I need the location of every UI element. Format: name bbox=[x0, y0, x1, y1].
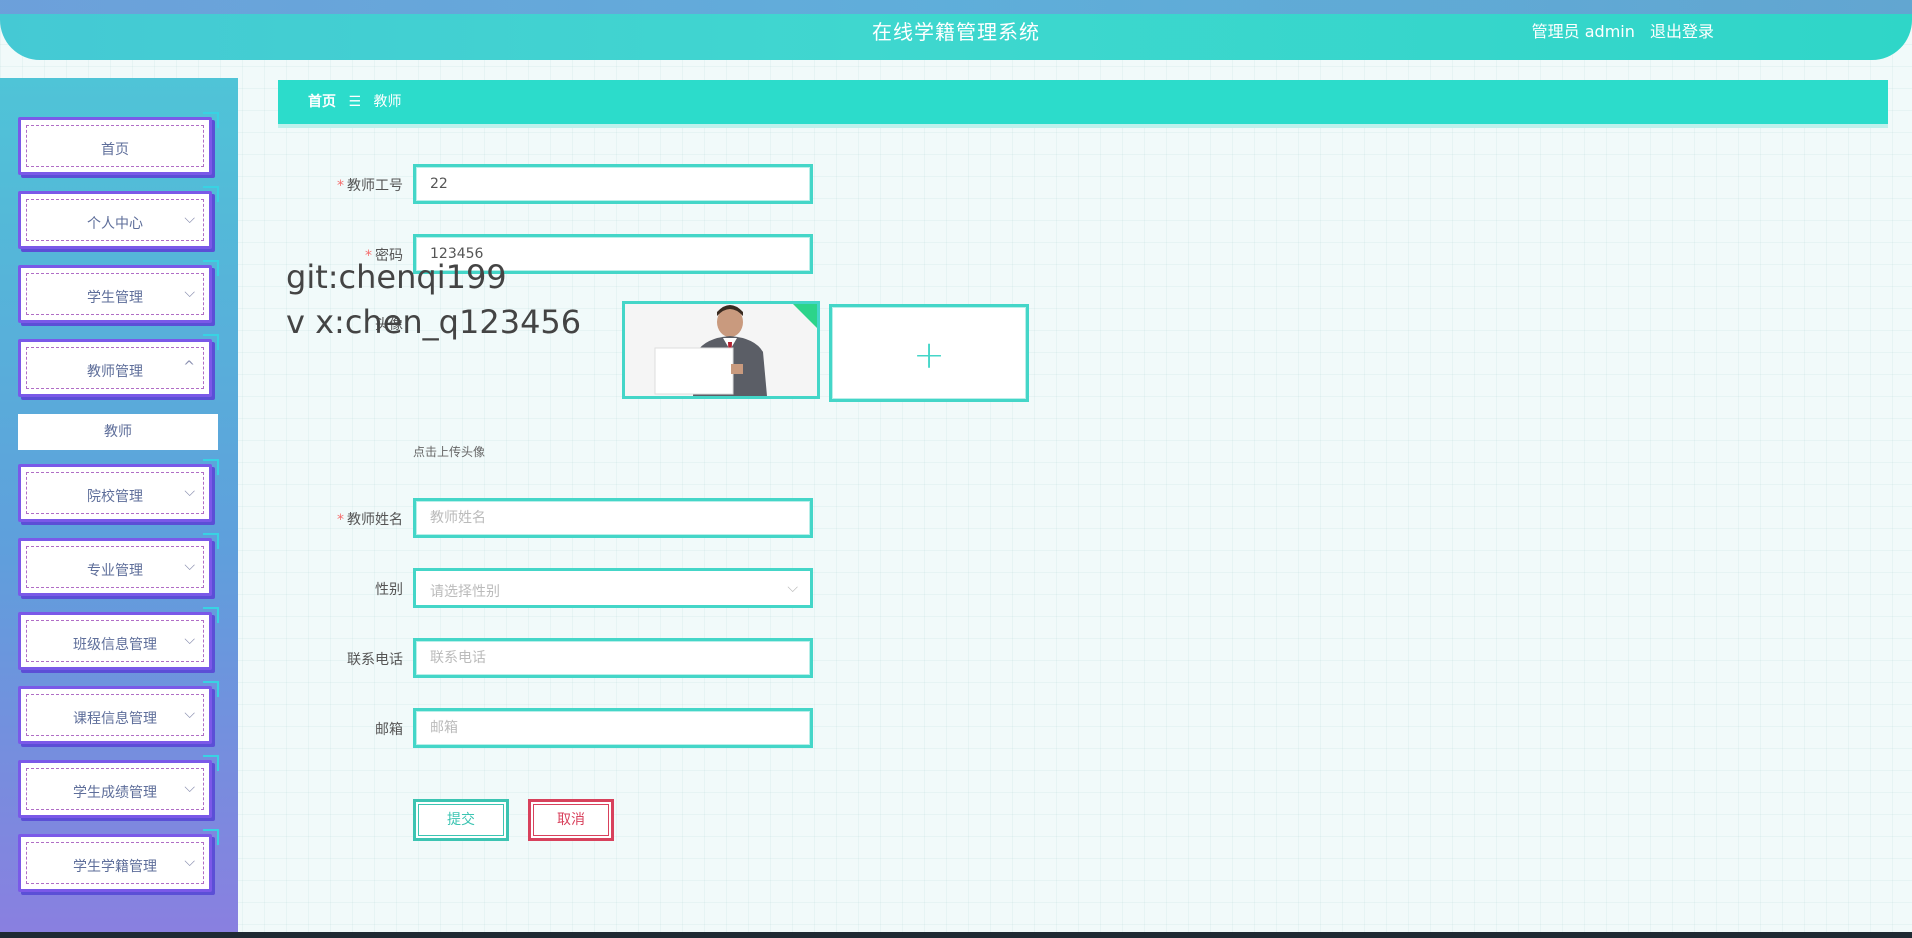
submit-button[interactable]: 提交 bbox=[413, 799, 509, 841]
sidebar-item-course-management[interactable]: 课程信息管理 ⌵ bbox=[18, 681, 219, 744]
phone-label: 联系电话 bbox=[347, 652, 403, 668]
chevron-down-icon: ⌵ bbox=[184, 285, 195, 301]
chevron-down-icon: ⌵ bbox=[184, 854, 195, 870]
logout-link[interactable]: 退出登录 bbox=[1650, 22, 1714, 41]
gender-label: 性别 bbox=[375, 582, 403, 598]
chevron-down-icon: ⌵ bbox=[184, 484, 195, 500]
avatar-upload-button[interactable]: + bbox=[829, 304, 1029, 402]
sidebar-item-enrollment-management[interactable]: 学生学籍管理 ⌵ bbox=[18, 829, 219, 892]
sidebar-item-label: 课程信息管理 bbox=[73, 711, 157, 727]
top-header: 在线学籍管理系统 管理员 admin 退出登录 bbox=[0, 0, 1912, 60]
breadcrumb-home[interactable]: 首页 bbox=[308, 94, 336, 110]
sidebar-item-label: 教师管理 bbox=[87, 364, 143, 380]
page-background bbox=[0, 0, 1912, 938]
sidebar-item-home[interactable]: 首页 bbox=[18, 112, 219, 175]
chevron-down-icon: ⌵ bbox=[787, 580, 798, 596]
sidebar-item-label: 院校管理 bbox=[87, 489, 143, 505]
chevron-down-icon: ⌵ bbox=[184, 780, 195, 796]
chevron-down-icon: ⌵ bbox=[184, 558, 195, 574]
teacher-name-label: * 教师姓名 bbox=[337, 512, 403, 528]
sidebar-item-major-management[interactable]: 专业管理 ⌵ bbox=[18, 533, 219, 596]
email-input[interactable] bbox=[413, 708, 813, 748]
menu-icon: ☰ bbox=[348, 94, 362, 110]
sidebar-item-label: 学生成绩管理 bbox=[73, 785, 157, 801]
sidebar-item-school-management[interactable]: 院校管理 ⌵ bbox=[18, 459, 219, 522]
avatar-image bbox=[625, 304, 817, 396]
sidebar-item-personal-center[interactable]: 个人中心 ⌵ bbox=[18, 186, 219, 249]
sidebar-item-teacher-management[interactable]: 教师管理 ^ bbox=[18, 334, 219, 397]
chevron-down-icon: ⌵ bbox=[184, 632, 195, 648]
sidebar-item-label: 班级信息管理 bbox=[73, 637, 157, 653]
user-area: 管理员 admin 退出登录 bbox=[1522, 18, 1714, 42]
chevron-down-icon: ⌵ bbox=[184, 211, 195, 227]
sidebar-item-class-management[interactable]: 班级信息管理 ⌵ bbox=[18, 607, 219, 670]
sidebar-item-label: 首页 bbox=[101, 142, 129, 158]
sidebar-item-label: 学生管理 bbox=[87, 290, 143, 306]
sidebar-subitem-teacher[interactable]: 教师 bbox=[18, 414, 218, 450]
sidebar-item-student-management[interactable]: 学生管理 ⌵ bbox=[18, 260, 219, 323]
sidebar-item-label: 个人中心 bbox=[87, 216, 143, 232]
sidebar-item-grade-management[interactable]: 学生成绩管理 ⌵ bbox=[18, 755, 219, 818]
breadcrumb: 首页 ☰ 教师 bbox=[278, 80, 1888, 124]
teacher-name-input[interactable] bbox=[413, 498, 813, 538]
bottom-bar bbox=[0, 932, 1912, 938]
breadcrumb-current: 教师 bbox=[373, 94, 402, 110]
status-corner-badge bbox=[791, 304, 817, 330]
teacher-id-input[interactable] bbox=[413, 164, 813, 204]
header-decor-strip bbox=[0, 0, 1912, 14]
email-label: 邮箱 bbox=[375, 722, 403, 738]
chevron-up-icon: ^ bbox=[183, 359, 195, 375]
user-role: 管理员 admin bbox=[1531, 22, 1635, 41]
gender-select[interactable]: 请选择性别 ⌵ bbox=[413, 568, 813, 608]
chevron-down-icon: ⌵ bbox=[184, 706, 195, 722]
sidebar-item-label: 专业管理 bbox=[87, 563, 143, 579]
phone-input[interactable] bbox=[413, 638, 813, 678]
avatar-upload-hint: 点击上传头像 bbox=[413, 445, 486, 459]
gender-placeholder: 请选择性别 bbox=[430, 584, 500, 600]
plus-icon: + bbox=[913, 333, 945, 377]
sidebar-item-label: 学生学籍管理 bbox=[73, 859, 157, 875]
teacher-id-label: * 教师工号 bbox=[337, 178, 403, 194]
avatar-preview[interactable] bbox=[622, 301, 820, 399]
watermark-line-2: v x:chen_q123456 bbox=[286, 303, 582, 341]
watermark-line-1: git:chenqi199 bbox=[286, 258, 507, 296]
cancel-button[interactable]: 取消 bbox=[528, 799, 614, 841]
